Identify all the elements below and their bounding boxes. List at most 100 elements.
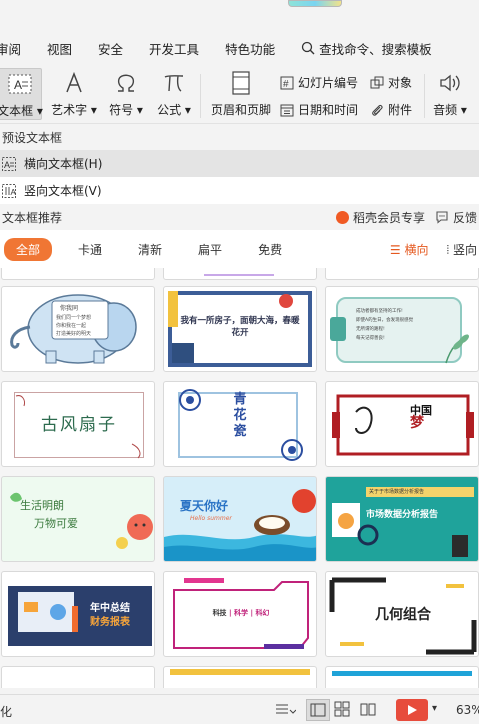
- textbox-button[interactable]: A 文本框 ▾: [0, 68, 43, 120]
- window-grip[interactable]: [288, 0, 342, 7]
- reading-view-button[interactable]: [360, 701, 376, 717]
- recommend-title: 文本框推荐: [2, 210, 63, 225]
- formula-button[interactable]: 公式 ▾: [154, 68, 194, 118]
- filter-cartoon[interactable]: 卡通: [68, 238, 112, 261]
- menu-review[interactable]: 审阅: [0, 39, 21, 58]
- paperclip-icon: [372, 104, 383, 116]
- ribbon-separator-2: [424, 74, 425, 118]
- horizontal-textbox-item[interactable]: A 横向文本框(H): [0, 150, 479, 177]
- slide-number-button[interactable]: # 幻灯片编号: [280, 74, 358, 91]
- template-card-partial-4[interactable]: [1, 666, 155, 688]
- menu-security[interactable]: 安全: [98, 39, 123, 58]
- status-left-text: 化: [0, 705, 13, 719]
- ribbon: A 文本框 ▾ 艺术字 ▾ 符号 ▾ 公式 ▾ 页眉和页脚 # 幻灯片编号 对象: [0, 68, 479, 124]
- template-card-partial-5[interactable]: [163, 666, 317, 688]
- notes-icon: [276, 704, 296, 714]
- pi-icon: [162, 68, 186, 98]
- title-bar: [0, 0, 479, 28]
- object-label: 对象: [388, 76, 413, 90]
- filter-flat[interactable]: 扁平: [188, 238, 232, 261]
- template-card-bright-life[interactable]: 生活明朗 万物可爱: [1, 476, 155, 562]
- elephant-title: 你我同: [60, 305, 79, 312]
- calendar-icon: [280, 104, 294, 116]
- elephant-line-1: 我们同一个梦想: [56, 315, 92, 321]
- summer-title: 夏天你好: [180, 499, 229, 513]
- template-card-tech[interactable]: 科技 | 科学 | 科幻: [163, 571, 317, 657]
- play-options-dropdown[interactable]: ▾: [432, 703, 437, 714]
- omega-icon: [114, 68, 138, 98]
- wordart-button[interactable]: 艺术字 ▾: [51, 68, 97, 118]
- summer-subtitle: Hello summer: [190, 515, 232, 522]
- orient-vertical[interactable]: ⦙ 竖向: [446, 241, 477, 258]
- fan-ornament-icon: [15, 395, 141, 459]
- feedback-link[interactable]: 反馈: [435, 209, 477, 226]
- textbox-label: 文本框 ▾: [0, 104, 43, 118]
- template-card-fan[interactable]: 古风扇子: [1, 381, 155, 467]
- vip-link[interactable]: 稻壳会员专享: [335, 209, 425, 226]
- svg-text:#: #: [283, 79, 289, 90]
- house-icon: [172, 294, 293, 363]
- symbol-button[interactable]: 符号 ▾: [106, 68, 146, 118]
- zoom-level[interactable]: 63%: [456, 703, 479, 717]
- china-dream-title: 中国 梦: [410, 404, 432, 431]
- normal-view-button[interactable]: [306, 699, 330, 721]
- template-card-porcelain[interactable]: 青花瓷: [163, 381, 317, 467]
- template-card-partial-1[interactable]: [1, 268, 155, 280]
- template-card-summer[interactable]: 夏天你好 Hello summer: [163, 476, 317, 562]
- preset-section-title: 预设文本框: [0, 124, 479, 150]
- tech-labels: 科技 | 科学 | 科幻: [212, 609, 270, 617]
- vertical-textbox-item[interactable]: A 竖向文本框(V): [0, 177, 479, 204]
- beach-icon: [164, 489, 316, 561]
- orient-horizontal[interactable]: ☰ 横向: [390, 241, 429, 258]
- object-button[interactable]: 对象: [370, 74, 412, 91]
- command-search[interactable]: 查找命令、搜索模板: [301, 39, 432, 58]
- porcelain-flower-icon: [179, 389, 303, 461]
- vip-icon: [335, 210, 349, 224]
- menu-features[interactable]: 特色功能: [225, 39, 275, 58]
- template-card-market-report[interactable]: 关于于市场数据分析报告 市场数据分析报告: [325, 476, 479, 562]
- horizontal-textbox-label: 横向文本框(H): [24, 157, 103, 171]
- normal-view-icon: [310, 703, 326, 717]
- filter-all[interactable]: 全部: [4, 237, 53, 261]
- datetime-button[interactable]: 日期和时间: [280, 101, 358, 118]
- filter-free[interactable]: 免费: [248, 238, 292, 261]
- grid-view-icon: [334, 701, 350, 717]
- template-card-midyear[interactable]: 年中总结 财务报表: [1, 571, 155, 657]
- notes-toggle-button[interactable]: [274, 701, 296, 717]
- menu-developer[interactable]: 开发工具: [149, 39, 199, 58]
- template-card-seaside[interactable]: 我有一所房子，面朝大海，春暖花开: [163, 286, 317, 372]
- chat-bubble-icon: [436, 211, 448, 224]
- template-card-china-dream[interactable]: 中国 梦: [325, 381, 479, 467]
- svg-text:A: A: [14, 78, 22, 92]
- datetime-label: 日期和时间: [298, 103, 359, 117]
- template-card-partial-6[interactable]: [325, 666, 479, 688]
- header-footer-icon: [230, 68, 252, 98]
- template-card-geometric[interactable]: 几何组合: [325, 571, 479, 657]
- formula-label: 公式 ▾: [157, 103, 191, 117]
- attachment-button[interactable]: 附件: [370, 101, 412, 118]
- horizontal-textbox-icon: A: [2, 156, 16, 171]
- slide-sorter-button[interactable]: [334, 701, 350, 717]
- header-footer-button[interactable]: 页眉和页脚: [208, 68, 274, 118]
- book-icon: [360, 703, 376, 716]
- wordart-label: 艺术字 ▾: [51, 103, 97, 117]
- template-grid: 你我同 我们同一个梦想 你和我在一起 打造美好的明天 我有一所房子，面朝大海，春…: [0, 268, 479, 688]
- audio-button[interactable]: 音频 ▾: [430, 68, 470, 118]
- vertical-textbox-icon: A: [2, 183, 17, 198]
- template-card-partial-2[interactable]: [163, 268, 317, 280]
- audio-label: 音频 ▾: [433, 103, 467, 117]
- template-card-partial-3[interactable]: [325, 268, 479, 280]
- filter-fresh[interactable]: 清新: [128, 238, 172, 261]
- status-bar: 化 ▾ 63%: [0, 694, 479, 724]
- template-card-elephant[interactable]: 你我同 我们同一个梦想 你和我在一起 打造美好的明天: [1, 286, 155, 372]
- midyear-title: 年中总结 财务报表: [90, 603, 130, 628]
- template-card-teal-note[interactable]: 成功者都有坚持的工作! 即使A的生日，会发现很感觉 无所谓的路程! 每天记得善良…: [325, 286, 479, 372]
- svg-text:A: A: [11, 188, 17, 197]
- attachment-label: 附件: [388, 103, 413, 117]
- menu-bar: 审阅 视图 安全 开发工具 特色功能 查找命令、搜索模板: [0, 28, 479, 68]
- play-slideshow-button[interactable]: [396, 699, 428, 721]
- svg-text:A: A: [4, 160, 10, 170]
- orientation-toggle: ☰ 横向 ⦙ 竖向: [390, 230, 477, 268]
- menu-view[interactable]: 视图: [47, 39, 72, 58]
- search-icon: [301, 41, 315, 55]
